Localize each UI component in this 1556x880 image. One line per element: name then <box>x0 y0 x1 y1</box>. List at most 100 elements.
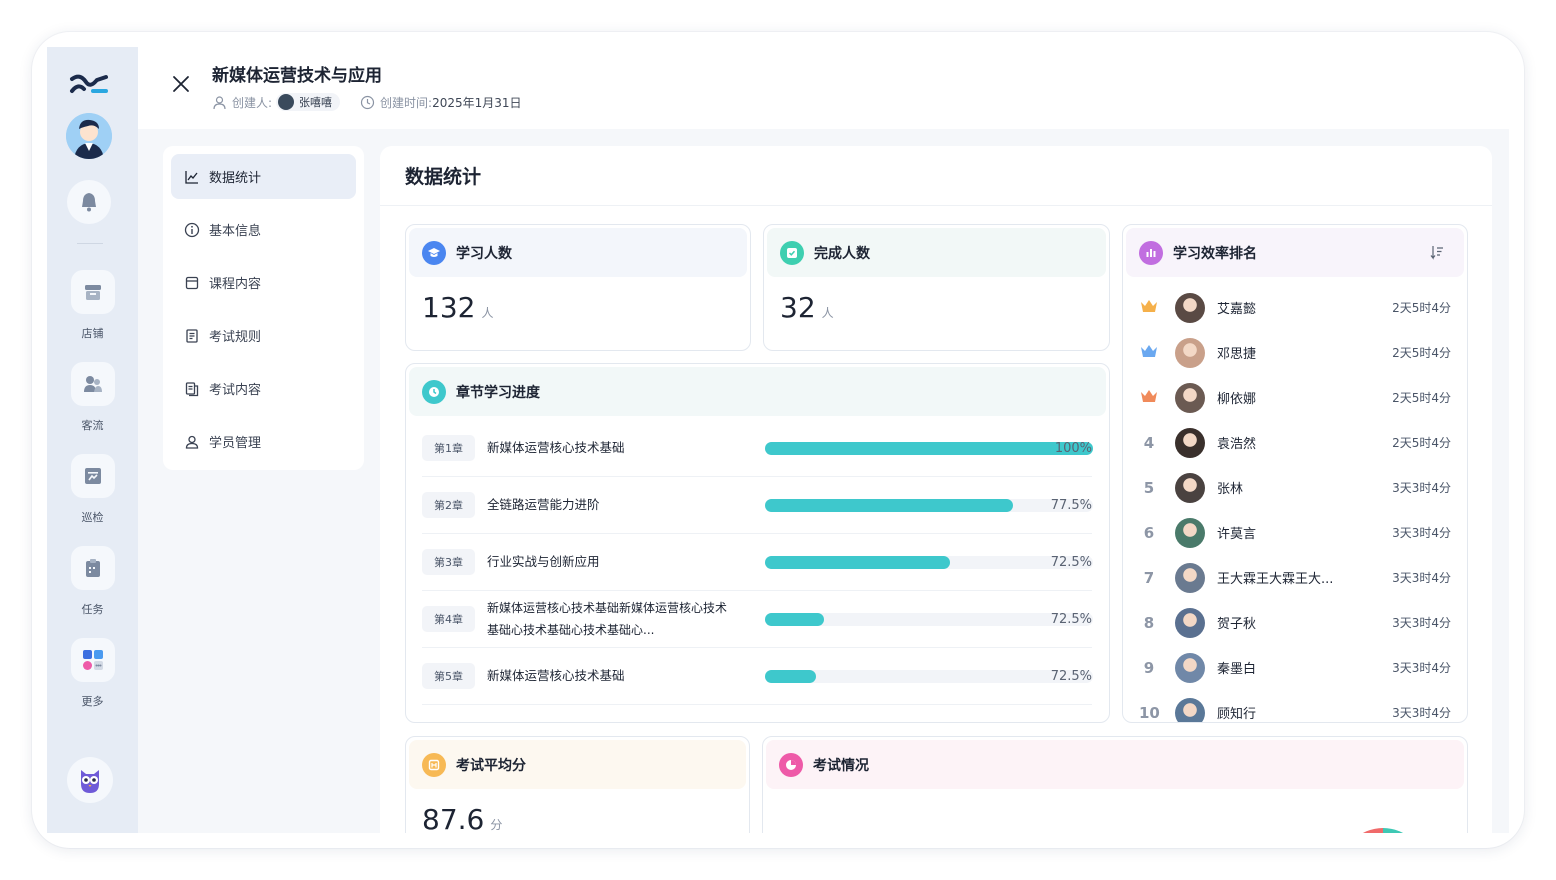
card-title: 学习效率排名 <box>1173 245 1257 262</box>
user-avatar[interactable] <box>66 113 112 159</box>
nav-item-basic-info[interactable]: 基本信息 <box>171 207 356 252</box>
nav-item-exam-rules[interactable]: 考试规则 <box>171 313 356 358</box>
rail-item-store[interactable]: 店铺 <box>47 270 138 346</box>
learning-time: 3天3时4分 <box>1392 481 1451 495</box>
learner-avatar <box>1175 337 1205 368</box>
progress-track <box>765 498 1093 512</box>
more-apps-icon <box>82 650 103 670</box>
card-header: 学习人数 <box>409 228 747 277</box>
learner-avatar <box>1175 427 1205 458</box>
card-title: 完成人数 <box>814 245 870 262</box>
ranking-row[interactable]: 柳依娜 2天5时4分 <box>1139 375 1451 420</box>
ranking-row[interactable]: 10 顾知行 3天3时4分 <box>1139 690 1451 722</box>
creator-chip[interactable]: 张嘻嘻 <box>276 93 341 111</box>
learners-card: 学习人数 132 人 <box>405 224 751 351</box>
rail-item-customers[interactable]: 客流 <box>47 362 138 438</box>
rank-number: 8 <box>1143 613 1155 632</box>
rank-number: 10 <box>1139 703 1160 722</box>
chapter-row[interactable]: 第2章 全链路运营能力进阶 77.5% <box>422 477 1093 534</box>
rules-icon <box>186 328 198 343</box>
exam-average-score: 87.6 分 <box>422 803 502 833</box>
page-meta: 创建人: 张嘻嘻 创建时间: 2025年1月31日 <box>212 93 522 111</box>
page-title: 新媒体运营技术与应用 <box>212 66 382 86</box>
section-title: 数据统计 <box>380 146 1492 206</box>
progress-fill <box>765 555 951 569</box>
ranking-row[interactable]: 6 许莫言 3天3时4分 <box>1139 510 1451 555</box>
learning-time: 3天3时4分 <box>1392 706 1451 720</box>
chapter-row[interactable]: 第5章 新媒体运营核心技术基础 72.5% <box>422 648 1093 705</box>
graduation-cap-icon <box>422 240 446 265</box>
progress-percent: 72.5% <box>1050 668 1092 684</box>
notification-button[interactable] <box>67 180 111 224</box>
created-time: 创建时间: 2025年1月31日 <box>360 94 522 111</box>
rail-item-more[interactable]: 更多 <box>47 638 138 714</box>
learner-name: 袁浩然 <box>1217 437 1257 452</box>
learner-name: 王大霖王大霖王大... <box>1217 572 1334 587</box>
chapter-row[interactable]: 第4章 新媒体运营核心技术基础新媒体运营核心技术基础心技术基础心技术基础心... 7… <box>422 591 1093 648</box>
completed-count: 32 人 <box>780 291 834 324</box>
rail-item-task[interactable]: 任务 <box>47 546 138 622</box>
learner-name: 张林 <box>1217 482 1244 497</box>
card-title: 学习人数 <box>456 245 512 262</box>
ranking-row[interactable]: 7 王大霖王大霖王大... 3天3时4分 <box>1139 555 1451 600</box>
chapter-row[interactable]: 第1章 新媒体运营核心技术基础 100% <box>422 420 1093 477</box>
bell-icon <box>82 193 96 212</box>
progress-percent: 77.5% <box>1050 497 1092 513</box>
learner-avatar <box>1175 382 1205 413</box>
ranking-row[interactable]: 4 袁浩然 2天5时4分 <box>1139 420 1451 465</box>
crown-medal-icon <box>1139 344 1159 362</box>
chapter-name: 行业实战与创新应用 <box>487 554 600 569</box>
chapter-tag: 第2章 <box>422 492 475 518</box>
exam-status-donut <box>1362 828 1404 833</box>
nav-item-label: 数据统计 <box>209 171 262 186</box>
chapter-name: 全链路运营能力进阶 <box>487 497 600 512</box>
card-header: 完成人数 <box>767 228 1106 277</box>
customers-icon <box>83 376 102 392</box>
learner-avatar <box>1175 562 1205 593</box>
crown-medal-icon <box>1139 389 1159 407</box>
app-logo[interactable] <box>69 69 109 99</box>
ranking-row[interactable]: 9 秦墨白 3天3时4分 <box>1139 645 1451 690</box>
progress-fill <box>765 612 825 626</box>
ranking-row[interactable]: 艾嘉懿 2天5时4分 <box>1139 285 1451 330</box>
learner-avatar <box>1175 652 1205 683</box>
exam-average-value: 87.6 <box>422 803 485 833</box>
chapter-progress-card: 章节学习进度 第1章 新媒体运营核心技术基础 100% 第2章 全链路运营能力进阶 77.… <box>405 363 1110 723</box>
ranking-row[interactable]: 邓思捷 2天5时4分 <box>1139 330 1451 375</box>
learner-name: 许莫言 <box>1217 527 1257 542</box>
chapter-tag: 第3章 <box>422 549 475 575</box>
learner-avatar <box>1175 292 1205 323</box>
card-header: 学习效率排名 <box>1126 228 1464 277</box>
learner-avatar <box>1175 517 1205 548</box>
learning-time: 2天5时4分 <box>1392 391 1451 405</box>
nav-item-course-content[interactable]: 课程内容 <box>171 260 356 305</box>
creator-avatar <box>278 94 295 110</box>
rank-number: 9 <box>1143 658 1155 677</box>
nav-item-label: 课程内容 <box>209 277 262 292</box>
completed-unit: 人 <box>821 306 834 320</box>
learners-unit: 人 <box>481 306 494 320</box>
rail-item-inspection[interactable]: 巡检 <box>47 454 138 530</box>
learner-avatar <box>1175 697 1205 722</box>
nav-item-label: 考试规则 <box>209 330 262 345</box>
learning-time: 3天3时4分 <box>1392 661 1451 675</box>
nav-item-student-management[interactable]: 学员管理 <box>171 419 356 464</box>
score-icon <box>422 752 446 777</box>
rail-item-label: 巡检 <box>81 511 104 524</box>
ranking-card: 学习效率排名 艾嘉懿 2天5时4分 邓思捷 2天5时4分 柳依娜 2天5时4分 4 袁浩然 2天… <box>1122 224 1468 723</box>
course-icon <box>185 276 199 289</box>
nav-item-label: 基本信息 <box>209 224 262 239</box>
inspection-icon <box>84 468 101 484</box>
chapter-row[interactable]: 第3章 行业实战与创新应用 72.5% <box>422 534 1093 591</box>
close-icon[interactable] <box>171 74 191 94</box>
store-icon <box>84 285 101 300</box>
assistant-button[interactable] <box>67 757 113 803</box>
rank-number: 5 <box>1143 478 1155 497</box>
nav-item-data-statistics[interactable]: 数据统计 <box>171 154 356 199</box>
exam-status-card: 考试情况 <box>762 736 1468 833</box>
nav-item-exam-content[interactable]: 考试内容 <box>171 366 356 411</box>
ranking-row[interactable]: 8 贺子秋 3天3时4分 <box>1139 600 1451 645</box>
chapter-name: 新媒体运营核心技术基础新媒体运营核心技术基础心技术基础心技术基础心... <box>487 601 728 637</box>
sort-icon[interactable] <box>1429 244 1445 260</box>
ranking-row[interactable]: 5 张林 3天3时4分 <box>1139 465 1451 510</box>
